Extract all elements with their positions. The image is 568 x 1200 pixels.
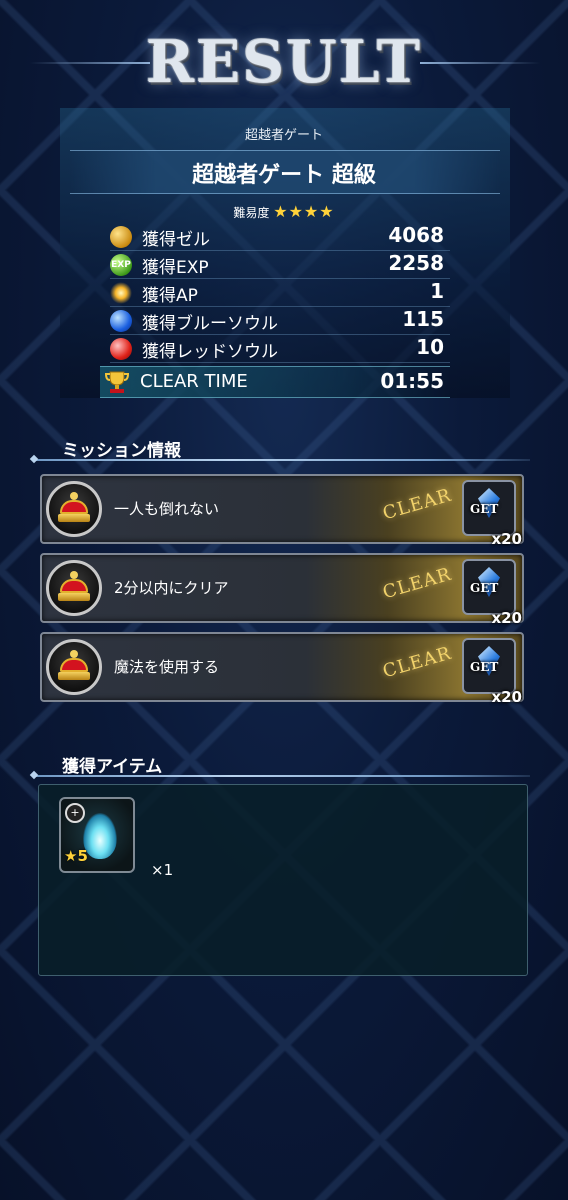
reward-label: 獲得ブルーソウル xyxy=(142,314,278,334)
reward-quantity: x20 xyxy=(491,688,522,706)
mission-reward[interactable]: GET x20 xyxy=(462,638,522,706)
trophy-icon xyxy=(104,371,130,393)
reward-value: 4068 xyxy=(388,223,444,247)
reward-label: 獲得AP xyxy=(142,286,198,306)
reward-row-blue-soul: 獲得ブルーソウル 115 xyxy=(110,307,450,335)
mission-row[interactable]: 2分以内にクリア CLEAR GET x20 xyxy=(40,553,524,627)
item-type-icon: + xyxy=(65,803,85,823)
ap-sparkle-icon xyxy=(110,282,132,304)
mission-row[interactable]: 魔法を使用する CLEAR GET x20 xyxy=(40,632,524,706)
mission-reward[interactable]: GET x20 xyxy=(462,559,522,627)
mission-text: 2分以内にクリア xyxy=(114,579,229,597)
result-title: RESULT xyxy=(145,28,423,96)
reward-get-label: GET xyxy=(470,581,499,595)
blue-soul-icon xyxy=(110,310,132,332)
mission-row[interactable]: 一人も倒れない CLEAR GET x20 xyxy=(40,474,524,548)
item-quantity: ×1 xyxy=(151,861,174,879)
quest-name: 超越者ゲート 超級 xyxy=(192,163,376,188)
clear-time-row: CLEAR TIME 01:55 xyxy=(100,366,450,398)
crown-icon xyxy=(46,639,102,695)
obtained-items-panel: + ★5 ×1 xyxy=(38,784,528,976)
reward-row-ap: 獲得AP 1 xyxy=(110,279,450,307)
mission-section-divider xyxy=(34,459,530,461)
item-rarity: ★5 xyxy=(64,847,88,865)
reward-row-gil: 獲得ゼル 4068 xyxy=(110,223,450,251)
item-tile[interactable]: + ★5 xyxy=(59,797,135,873)
difficulty-stars: ★★★★ xyxy=(273,202,335,221)
reward-quantity: x20 xyxy=(491,530,522,548)
mission-text: 一人も倒れない xyxy=(114,500,220,518)
reward-label: 獲得ゼル xyxy=(142,230,210,250)
mission-section-header: ミッション情報 xyxy=(62,441,181,461)
difficulty-label: 難易度 xyxy=(233,206,270,220)
reward-label: 獲得EXP xyxy=(142,258,209,278)
gil-coin-icon xyxy=(110,226,132,248)
reward-get-label: GET xyxy=(470,660,499,674)
reward-value: 2258 xyxy=(388,251,444,275)
crown-icon xyxy=(46,560,102,616)
difficulty: 難易度 ★★★★ xyxy=(0,202,568,221)
reward-quantity: x20 xyxy=(491,609,522,627)
reward-value: 115 xyxy=(402,307,444,331)
exp-icon: EXP xyxy=(110,254,132,276)
mission-text: 魔法を使用する xyxy=(114,658,220,676)
red-soul-icon xyxy=(110,338,132,360)
mission-clear-stamp: CLEAR xyxy=(380,484,454,525)
reward-value: 1 xyxy=(430,279,444,303)
items-section-divider xyxy=(34,775,530,777)
reward-row-exp: EXP 獲得EXP 2258 xyxy=(110,251,450,279)
reward-value: 10 xyxy=(416,335,444,359)
reward-get-label: GET xyxy=(470,502,499,516)
reward-label: 獲得レッドソウル xyxy=(142,342,278,362)
clear-time-value: 01:55 xyxy=(380,369,444,393)
crown-icon xyxy=(46,481,102,537)
mission-clear-stamp: CLEAR xyxy=(380,563,454,604)
reward-row-red-soul: 獲得レッドソウル 10 xyxy=(110,335,450,363)
mission-reward[interactable]: GET x20 xyxy=(462,480,522,548)
quest-subtitle: 超越者ゲート xyxy=(244,128,323,143)
crystal-flame-icon xyxy=(83,813,117,859)
clear-time-label: CLEAR TIME xyxy=(140,371,248,392)
items-section-header: 獲得アイテム xyxy=(62,757,163,777)
mission-clear-stamp: CLEAR xyxy=(380,642,454,683)
